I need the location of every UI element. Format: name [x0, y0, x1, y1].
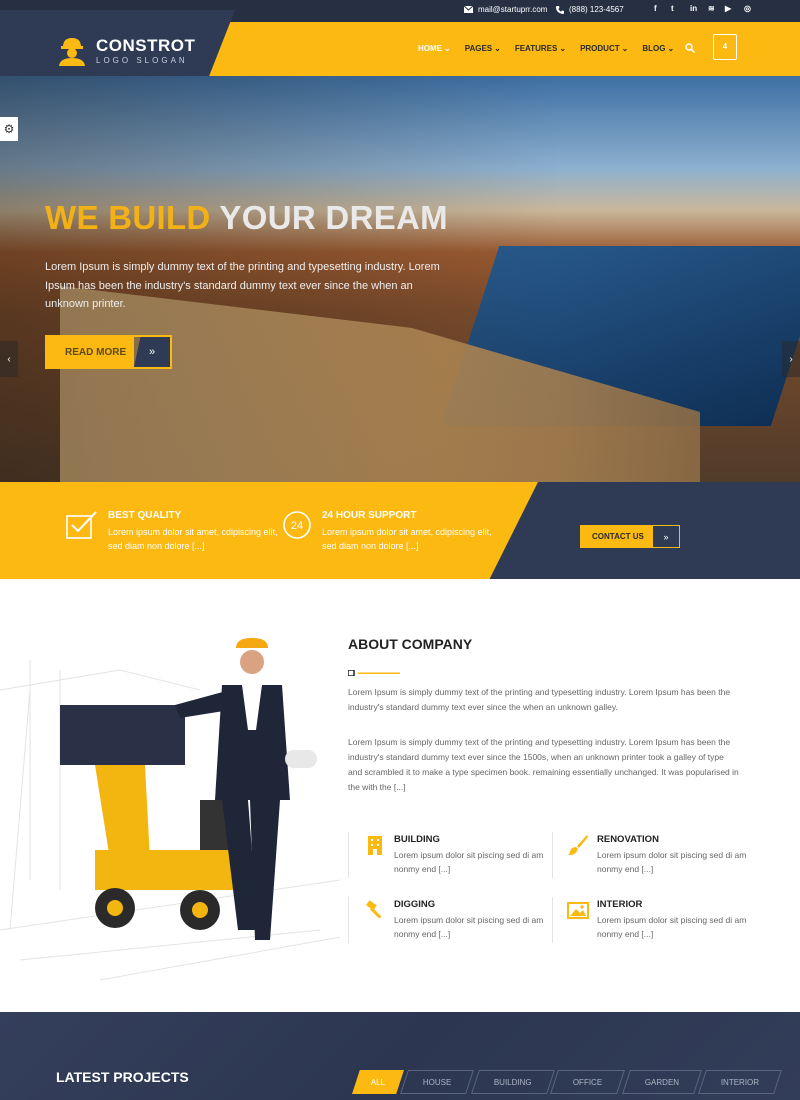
cart-count: 4: [722, 42, 728, 51]
gear-icon: ⚙: [3, 122, 15, 136]
nav-item-product[interactable]: PRODUCT ⌄: [580, 44, 628, 53]
contact-us-label: CONTACT US: [581, 526, 653, 547]
settings-toggle[interactable]: ⚙: [0, 117, 18, 141]
support-24-icon: 24: [283, 511, 311, 539]
nav-label: FEATURES: [514, 44, 558, 53]
about-title: ABOUT COMPANY: [348, 636, 473, 652]
feature-title: BEST QUALITY: [108, 510, 182, 521]
service-title: RENOVATION: [597, 834, 659, 845]
features-strip: BEST QUALITY Lorem ipsum dolor sit amet,…: [0, 482, 800, 579]
service-divider: [348, 897, 349, 943]
title-divider: [348, 670, 400, 676]
about-paragraph-2: Lorem Ipsum is simply dummy text of the …: [348, 737, 739, 792]
logo-title: CONSTROT: [96, 35, 196, 55]
service-text: Lorem ipsum dolor sit piscing sed di am …: [597, 850, 747, 874]
nav-item-pages[interactable]: PAGES ⌄: [465, 44, 501, 53]
about-paragraph-1: Lorem Ipsum is simply dummy text of the …: [348, 687, 731, 712]
main-nav: HOME ⌄ PAGES ⌄ FEATURES ⌄ PRODUCT ⌄ BLOG ⌄: [418, 44, 674, 53]
project-filters: ALL HOUSE BUILDING OFFICE GARDEN INTERIO…: [352, 1070, 783, 1094]
envelope-icon: [464, 6, 473, 13]
instagram-icon[interactable]: ◎: [744, 4, 751, 13]
feature-text: Lorem ipsum dolor sit amet, cdipiscing e…: [322, 527, 492, 551]
filter-house[interactable]: HOUSE: [400, 1070, 475, 1094]
email-text: mail@startuprr.com: [478, 5, 548, 14]
service-interior[interactable]: INTERIOR Lorem ipsum dolor sit piscing se…: [567, 899, 757, 941]
nav-label: PAGES: [464, 44, 493, 53]
feature-best-quality: BEST QUALITY Lorem ipsum dolor sit amet,…: [66, 510, 278, 553]
chevron-right-icon: ›: [789, 353, 793, 365]
hammer-icon: [366, 900, 382, 919]
service-text: Lorem ipsum dolor sit piscing sed di am …: [597, 915, 747, 939]
chevron-left-icon: ‹: [7, 353, 11, 365]
filter-label: ALL: [371, 1077, 386, 1087]
service-title: BUILDING: [394, 834, 440, 845]
projects-title: LATEST PROJECTS: [56, 1069, 189, 1085]
filter-label: GARDEN: [644, 1077, 680, 1087]
worker-excavator-image: [0, 638, 340, 981]
logo[interactable]: CONSTROT LOGO SLOGAN: [56, 34, 195, 66]
contact-us-button[interactable]: CONTACT US »: [580, 525, 680, 548]
chevron-down-icon: ⌄: [494, 44, 501, 53]
double-chevron-right-icon: »: [134, 337, 170, 367]
filter-garden[interactable]: GARDEN: [621, 1070, 702, 1094]
feature-title: 24 HOUR SUPPORT: [322, 510, 417, 521]
filter-label: OFFICE: [573, 1077, 603, 1087]
service-title: INTERIOR: [597, 899, 643, 910]
twitter-icon[interactable]: t: [671, 4, 674, 13]
worker-helmet-icon: [59, 38, 85, 66]
picture-icon: [567, 902, 589, 919]
feature-24-hour-support: 24 24 HOUR SUPPORT Lorem ipsum dolor sit…: [282, 510, 492, 553]
email-link[interactable]: mail@startuprr.com: [464, 5, 547, 14]
nav-item-home[interactable]: HOME ⌄: [418, 44, 451, 53]
slider-next-arrow[interactable]: ›: [782, 341, 800, 377]
chevron-down-icon: ⌄: [667, 44, 675, 53]
chevron-down-icon: ⌄: [444, 44, 451, 53]
service-text: Lorem ipsum dolor sit piscing sed di am …: [394, 915, 544, 939]
read-more-label: READ MORE: [47, 337, 134, 367]
filter-label: INTERIOR: [721, 1077, 760, 1087]
service-renovation[interactable]: RENOVATION Lorem ipsum dolor sit piscing …: [567, 834, 757, 876]
filter-label: HOUSE: [423, 1077, 452, 1087]
facebook-icon[interactable]: f: [654, 4, 657, 13]
youtube-icon[interactable]: ▶: [725, 4, 731, 13]
support-badge-text: 24: [291, 520, 303, 532]
filter-building[interactable]: BUILDING: [470, 1070, 555, 1094]
nav-label: PRODUCT: [580, 44, 620, 53]
filter-all[interactable]: ALL: [352, 1070, 405, 1094]
filter-interior[interactable]: INTERIOR: [698, 1070, 783, 1094]
hero-title-highlight: WE BUILD: [45, 199, 211, 236]
logo-slogan: LOGO SLOGAN: [96, 55, 188, 65]
service-divider: [348, 832, 349, 878]
hero-title-rest: YOUR DREAM: [219, 199, 448, 236]
chevron-down-icon: ⌄: [621, 44, 629, 53]
service-text: Lorem ipsum dolor sit piscing sed di am …: [394, 850, 544, 874]
phone-icon: [556, 5, 564, 14]
filter-label: BUILDING: [493, 1077, 532, 1087]
checkbox-check-icon: [66, 511, 97, 539]
hero-title: WE BUILD YOUR DREAM: [45, 199, 448, 237]
feature-text: Lorem ipsum dolor sit amet, cdipiscing e…: [108, 527, 278, 551]
read-more-button[interactable]: READ MORE »: [45, 335, 172, 369]
service-building[interactable]: BUILDING Lorem ipsum dolor sit piscing se…: [364, 834, 554, 876]
service-digging[interactable]: DIGGING Lorem ipsum dolor sit piscing sed…: [364, 899, 554, 941]
nav-item-blog[interactable]: BLOG ⌄: [642, 44, 674, 53]
search-icon[interactable]: [685, 43, 695, 53]
phone-text: (888) 123-4567: [569, 5, 624, 14]
chevron-down-icon: ⌄: [559, 44, 567, 53]
building-icon: [368, 836, 382, 855]
linkedin-icon[interactable]: in: [690, 4, 697, 13]
double-chevron-right-icon: »: [653, 526, 679, 547]
paint-brush-icon: [568, 835, 588, 856]
nav-item-features[interactable]: FEATURES ⌄: [515, 44, 566, 53]
filter-office[interactable]: OFFICE: [550, 1070, 626, 1094]
nav-label: HOME: [418, 44, 442, 53]
slider-prev-arrow[interactable]: ‹: [0, 341, 18, 377]
hero-slider: WE BUILD YOUR DREAM Lorem Ipsum is simpl…: [0, 76, 800, 496]
nav-label: BLOG: [642, 44, 666, 53]
service-title: DIGGING: [394, 899, 436, 910]
rss-icon[interactable]: ≋: [708, 4, 715, 13]
phone-link[interactable]: (888) 123-4567: [556, 5, 624, 14]
hero-text: Lorem Ipsum is simply dummy text of the …: [45, 261, 440, 310]
cart-button[interactable]: 4: [713, 34, 737, 60]
